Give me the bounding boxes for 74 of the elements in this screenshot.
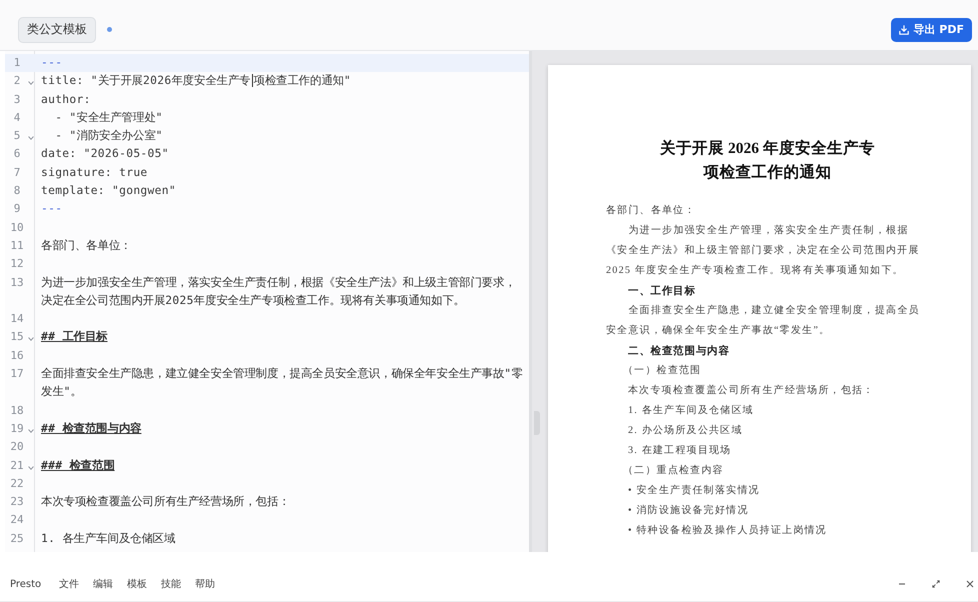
code-line: ### 检查范围 (40, 458, 115, 474)
code-line: ## 检查范围与内容 (40, 420, 142, 437)
code-line: 为进一步加强安全生产管理，落实安全生产责任制，根据《安全生产法》和上级主管部门要求，决定在全公司范围内开展2025年度安全生产专项检查工作。现将有关事项通知如下。 (40, 274, 517, 309)
line-number: 2 (12, 73, 22, 90)
line-number: 12 (9, 256, 25, 272)
list-item: 2. 办公场所及公共区域 (627, 424, 744, 438)
list-item: 1. 各生产车间及仓储区域 (627, 404, 755, 418)
download-icon (899, 24, 910, 34)
chevron-icon[interactable] (28, 81, 34, 86)
line-number: 19 (9, 420, 25, 437)
line-number: 18 (9, 402, 25, 419)
line-number: 24 (9, 512, 25, 528)
line-number: 20 (9, 439, 25, 456)
code-line: signature: true (40, 164, 149, 181)
line-number: 6 (12, 146, 22, 162)
code-line: author: (40, 92, 92, 108)
code-line: title: "关于开展2026年度安全生产专 项检查工作的通知" (40, 73, 352, 90)
code-line: ## 工作目标 (40, 329, 108, 346)
line-number: 10 (9, 220, 25, 236)
list-item: 3. 在建工程项目现场 (627, 444, 732, 458)
document-title: 关于开展 2026 年度安全生产专 (658, 138, 876, 159)
document-title: 项检查工作的通知 (702, 162, 832, 183)
line-number: 16 (9, 348, 25, 364)
export-pdf-button[interactable]: 导出 PDF (891, 18, 972, 42)
line-number: 17 (9, 366, 25, 382)
maximize-icon[interactable] (932, 580, 940, 588)
line-number: 22 (9, 476, 25, 492)
bullet-item: • 安全生产责任制落实情况 (627, 484, 761, 498)
menu-item[interactable]: 帮助 (195, 577, 216, 591)
menu-item[interactable]: 编辑 (93, 577, 114, 591)
close-icon[interactable] (966, 580, 974, 588)
body-text: 本次专项检查覆盖公司所有生产经营场所，包括： (627, 384, 876, 398)
body-paragraph: 为进一步加强安全生产管理，落实安全生产责任制，根据《安全生产法》和上级主管部门要求，决定在全公司范围内开展 2025 年度安全生产专项检查工作。现将有关事项通知如下。 (606, 224, 921, 278)
salutation-text: 各部门、各单位： (606, 204, 697, 218)
code-line: --- (40, 55, 64, 71)
body-paragraph: 全面排查安全生产隐患，建立健全安全管理制度，提高全员安全意识，确保全年安全生产事故“零发生”。 (606, 304, 921, 338)
line-number: 5 (12, 128, 22, 144)
menu-item[interactable]: 模板 (127, 577, 148, 591)
line-number: 4 (12, 110, 22, 126)
app-name: Presto (10, 578, 42, 590)
template-button[interactable]: 类公文模板 (18, 16, 96, 42)
chevron-icon[interactable] (28, 466, 34, 470)
code-line: template: "gongwen" (40, 183, 177, 200)
chevron-icon[interactable] (28, 136, 34, 140)
line-number: 9 (12, 201, 22, 218)
line-number: 13 (9, 274, 25, 291)
line-number: 8 (12, 183, 22, 200)
code-line: - "消防安全办公室" (54, 128, 164, 144)
line-number: 11 (9, 238, 25, 254)
line-number: 7 (12, 164, 22, 181)
line-number: 1 (12, 55, 22, 71)
code-line: 各部门、各单位： (40, 238, 132, 254)
code-line: 本次专项检查覆盖公司所有生产经营场所，包括： (40, 494, 291, 510)
section-heading: 二、检查范围与内容 (627, 344, 731, 359)
subsection-heading: （二）重点检查内容 (622, 464, 725, 478)
line-number: 15 (9, 329, 25, 346)
code-line: --- (40, 201, 64, 218)
subsection-heading: （一）检查范围 (622, 364, 702, 378)
section-heading: 一、工作目标 (627, 284, 697, 299)
line-number: 25 (9, 530, 25, 547)
chevron-icon[interactable] (28, 428, 34, 433)
line-number: 23 (9, 494, 25, 510)
bullet-item: • 消防设施设备完好情况 (627, 504, 750, 518)
menu-item[interactable]: 文件 (59, 577, 80, 591)
line-number: 14 (9, 311, 25, 328)
code-line: 1. 各生产车间及仓储区域 (40, 530, 176, 547)
bullet-item: • 特种设备检验及操作人员持证上岗情况 (627, 524, 828, 538)
line-number: 21 (9, 458, 25, 474)
chevron-icon[interactable] (28, 337, 34, 342)
code-line: - "安全生产管理处" (54, 110, 164, 126)
code-line: date: "2026-05-05" (40, 146, 170, 162)
line-number: 3 (12, 92, 22, 108)
code-line: 全面排查安全生产隐患，建立健全安全管理制度，提高全员安全意识，确保全年安全生产事故"零发生"。 (40, 366, 524, 400)
menu-item[interactable]: 技能 (161, 577, 182, 591)
